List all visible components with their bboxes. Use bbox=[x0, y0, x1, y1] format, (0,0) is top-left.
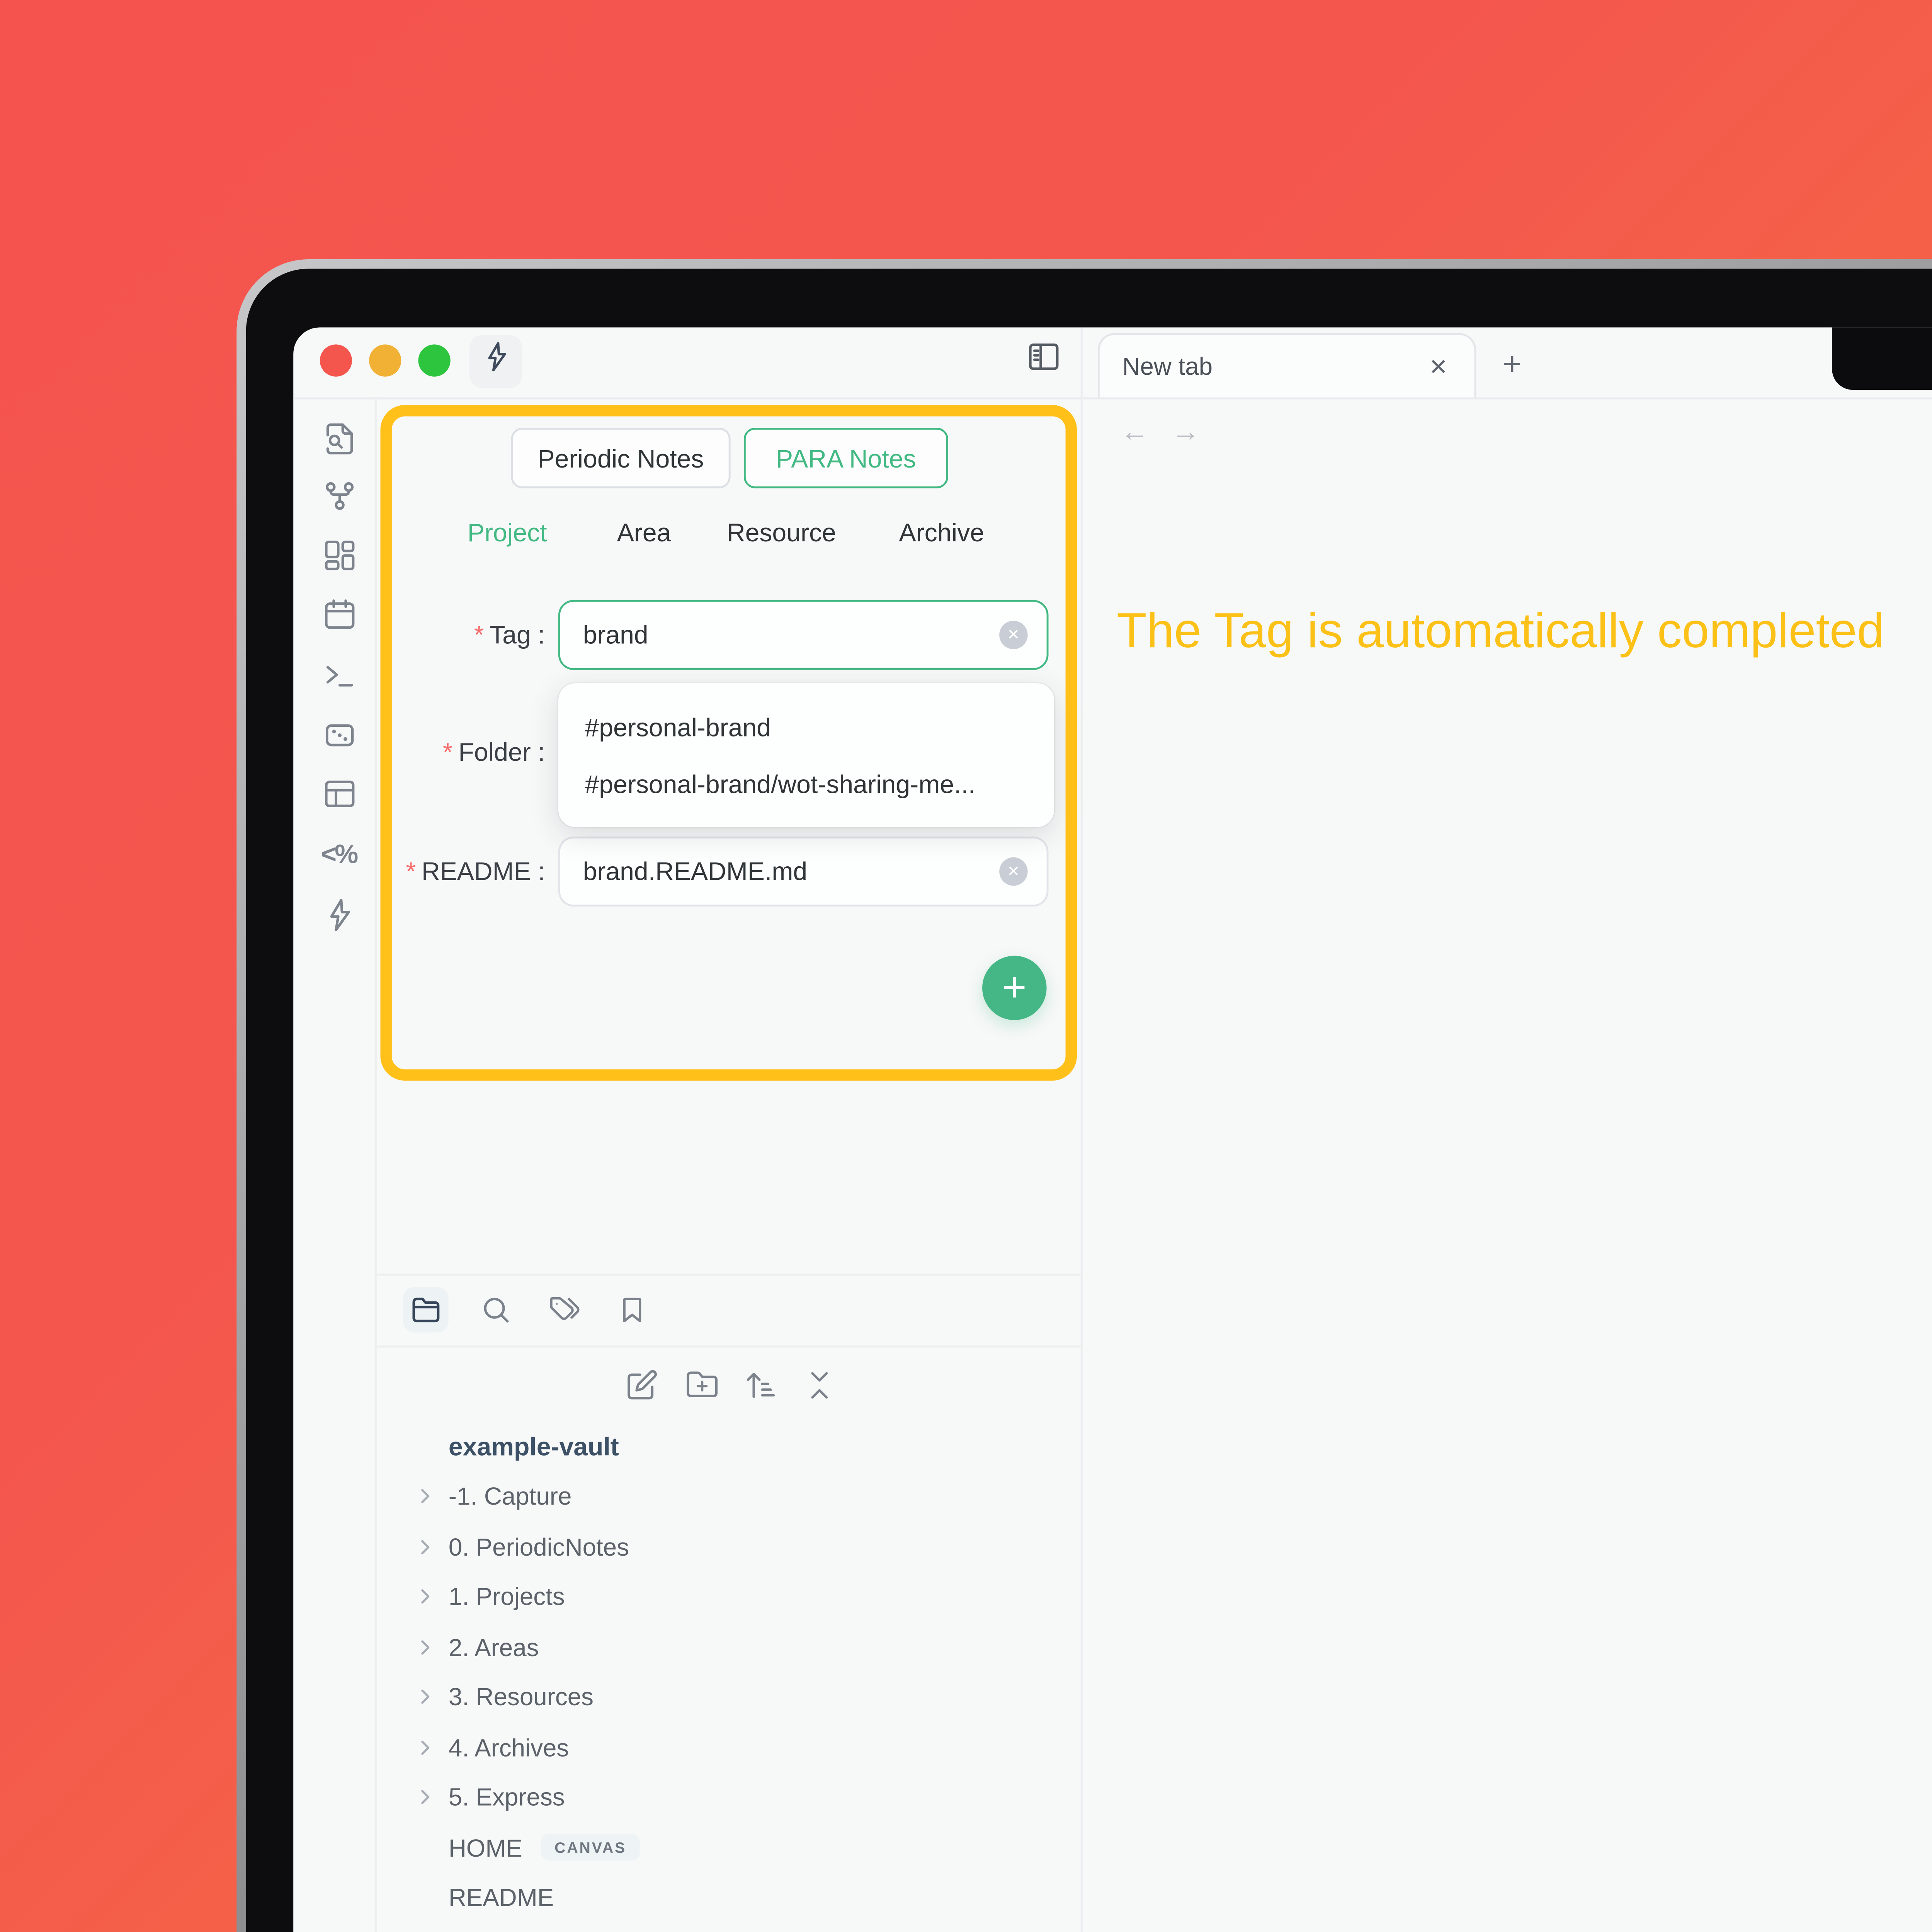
tag-input[interactable]: brand ✕ bbox=[558, 600, 1049, 670]
tree-item[interactable]: -1. Capture bbox=[377, 1471, 1081, 1522]
suggestion-item[interactable]: #personal-brand bbox=[558, 698, 1054, 755]
quick-switcher-icon[interactable] bbox=[320, 418, 358, 456]
sidebar-divider bbox=[1081, 327, 1083, 1932]
zoom-window-button[interactable] bbox=[417, 344, 449, 376]
lightning-icon bbox=[480, 341, 512, 383]
app-lightning-button[interactable] bbox=[469, 335, 522, 388]
tree-item-label: README bbox=[449, 1884, 554, 1912]
required-mark: * bbox=[406, 857, 416, 886]
chevron-right-icon bbox=[413, 1637, 437, 1658]
panel-left-icon bbox=[1025, 339, 1061, 384]
folder-label-text: Folder : bbox=[458, 738, 545, 766]
tab-area[interactable]: Area bbox=[617, 519, 671, 547]
chevron-right-icon bbox=[413, 1587, 437, 1607]
readme-input[interactable]: brand.README.md ✕ bbox=[558, 837, 1049, 906]
folder-field-label: *Folder : bbox=[337, 738, 545, 766]
clear-readme-icon[interactable]: ✕ bbox=[999, 857, 1027, 886]
tree-item[interactable]: 0. PeriodicNotes bbox=[377, 1522, 1081, 1572]
tree-item-label: 2. Areas bbox=[449, 1633, 539, 1661]
chevron-right-icon bbox=[413, 1687, 437, 1708]
collapse-icon[interactable] bbox=[797, 1363, 842, 1408]
annotation-text: The Tag is automatically completed bbox=[1117, 602, 1884, 661]
app-window: New tab ✕ + <% ← → Ne bbox=[293, 327, 1932, 1932]
tree-item[interactable]: README bbox=[377, 1873, 1081, 1923]
tab-title: New tab bbox=[1122, 352, 1422, 380]
tree-item-label: 1. Projects bbox=[449, 1583, 565, 1611]
bookmark-icon[interactable] bbox=[609, 1287, 655, 1333]
close-icon[interactable]: ✕ bbox=[1421, 349, 1455, 383]
readme-field-label: *README : bbox=[337, 857, 545, 886]
new-folder-icon[interactable] bbox=[679, 1363, 724, 1408]
tree-item[interactable]: 3. Resources bbox=[377, 1672, 1081, 1722]
chevron-right-icon bbox=[413, 1486, 437, 1507]
camera-notch bbox=[1832, 327, 1932, 390]
tree-item[interactable]: 4. Archives bbox=[377, 1722, 1081, 1772]
new-note-icon[interactable] bbox=[619, 1363, 665, 1408]
tab-resource[interactable]: Resource bbox=[727, 519, 836, 547]
sidebar-toggle-button[interactable] bbox=[1022, 341, 1064, 383]
add-button[interactable]: + bbox=[982, 956, 1047, 1020]
vault-title-row[interactable]: example-vault bbox=[377, 1421, 1081, 1471]
tree-item-label: 4. Archives bbox=[449, 1733, 569, 1761]
clear-tag-icon[interactable]: ✕ bbox=[999, 621, 1027, 649]
tag-suggestion-dropdown: #personal-brand #personal-brand/wot-shar… bbox=[558, 683, 1054, 827]
suggestion-item[interactable]: #personal-brand/wot-sharing-me... bbox=[558, 755, 1054, 812]
tab-para-notes-label: PARA Notes bbox=[776, 444, 916, 472]
dashboard-icon[interactable] bbox=[320, 537, 358, 575]
tree-item-label: -1. Capture bbox=[449, 1482, 572, 1510]
back-icon[interactable]: ← bbox=[1121, 417, 1149, 449]
tag-input-value: brand bbox=[583, 621, 1000, 649]
minimize-window-button[interactable] bbox=[368, 344, 400, 376]
tab-periodic-notes-label: Periodic Notes bbox=[537, 444, 704, 472]
terminal-icon[interactable] bbox=[320, 656, 358, 694]
tree-item[interactable]: HOME CANVAS bbox=[377, 1823, 1081, 1873]
tree-item-label: 0. PeriodicNotes bbox=[449, 1532, 629, 1561]
layout-icon[interactable] bbox=[320, 775, 358, 813]
tab-para-notes[interactable]: PARA Notes bbox=[744, 428, 948, 488]
tag-label-text: Tag : bbox=[490, 621, 545, 649]
chevron-right-icon bbox=[413, 1787, 437, 1808]
required-mark: * bbox=[474, 621, 484, 649]
file-tree: example-vault -1. Capture 0. PeriodicNot… bbox=[377, 1421, 1081, 1932]
tree-item[interactable]: 2. Areas bbox=[377, 1622, 1081, 1672]
forward-icon[interactable]: → bbox=[1172, 417, 1200, 449]
tree-item[interactable]: TASK bbox=[377, 1923, 1081, 1932]
divider bbox=[377, 1345, 1081, 1347]
tab-new-tab[interactable]: New tab ✕ bbox=[1098, 333, 1476, 398]
close-window-button[interactable] bbox=[319, 344, 351, 376]
required-mark: * bbox=[443, 738, 453, 766]
readme-label-text: README : bbox=[422, 857, 545, 886]
tags-icon[interactable] bbox=[541, 1287, 587, 1333]
graph-view-icon[interactable] bbox=[320, 478, 358, 516]
tree-item-label: 5. Express bbox=[449, 1783, 565, 1811]
chevron-right-icon bbox=[413, 1536, 437, 1557]
tree-item-label: HOME bbox=[449, 1833, 522, 1862]
laptop-frame: New tab ✕ + <% ← → Ne bbox=[236, 259, 1932, 1932]
chevron-right-icon bbox=[413, 1737, 437, 1758]
tree-item[interactable]: 1. Projects bbox=[377, 1572, 1081, 1622]
readme-input-value: brand.README.md bbox=[583, 857, 1000, 886]
desktop-background: New tab ✕ + <% ← → Ne bbox=[0, 0, 1932, 1932]
laptop-bezel: New tab ✕ + <% ← → Ne bbox=[246, 269, 1932, 1932]
tab-archive[interactable]: Archive bbox=[899, 519, 984, 547]
new-tab-button[interactable]: + bbox=[1492, 343, 1533, 388]
titlebar-divider bbox=[293, 398, 1932, 400]
tree-item[interactable]: 5. Express bbox=[377, 1772, 1081, 1823]
canvas-badge: CANVAS bbox=[541, 1834, 640, 1861]
tab-periodic-notes[interactable]: Periodic Notes bbox=[511, 428, 730, 488]
search-icon[interactable] bbox=[473, 1287, 519, 1333]
divider bbox=[377, 1274, 1081, 1276]
tree-item-label: 3. Resources bbox=[449, 1683, 594, 1711]
sort-icon[interactable] bbox=[738, 1363, 784, 1408]
files-tab-icon[interactable] bbox=[403, 1287, 449, 1333]
lightning-ribbon-icon[interactable] bbox=[320, 895, 358, 933]
tab-project[interactable]: Project bbox=[468, 519, 547, 547]
tag-field-label: *Tag : bbox=[337, 621, 545, 649]
vault-name: example-vault bbox=[449, 1432, 619, 1461]
